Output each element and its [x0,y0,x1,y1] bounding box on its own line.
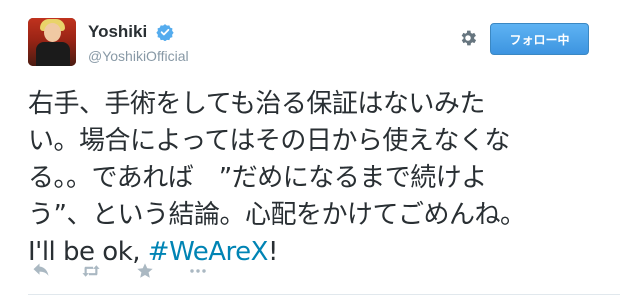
tweet-card: Yoshiki @YoshikiOfficial フォロー中 右手、手術をしても… [0,0,620,297]
retweet-icon [82,265,100,277]
reply-icon [33,263,49,276]
tweet-text: 右手、手術をしても治る保証はないみた い。場合によってはその日から使えなくな る… [28,86,603,271]
retweet-button[interactable] [81,262,103,284]
gear-icon[interactable] [458,28,478,48]
more-button[interactable] [188,262,210,284]
tweet-text-end: ! [267,237,278,267]
star-icon [137,263,153,278]
reply-button[interactable] [32,262,54,284]
verified-badge-icon [156,24,174,41]
user-display-name[interactable]: Yoshiki [88,22,147,42]
avatar[interactable] [28,18,76,66]
divider [28,294,620,295]
favorite-button[interactable] [136,262,158,284]
user-handle[interactable]: @YoshikiOfficial [88,48,189,64]
more-icon [190,269,206,273]
following-button[interactable]: フォロー中 [490,23,589,55]
